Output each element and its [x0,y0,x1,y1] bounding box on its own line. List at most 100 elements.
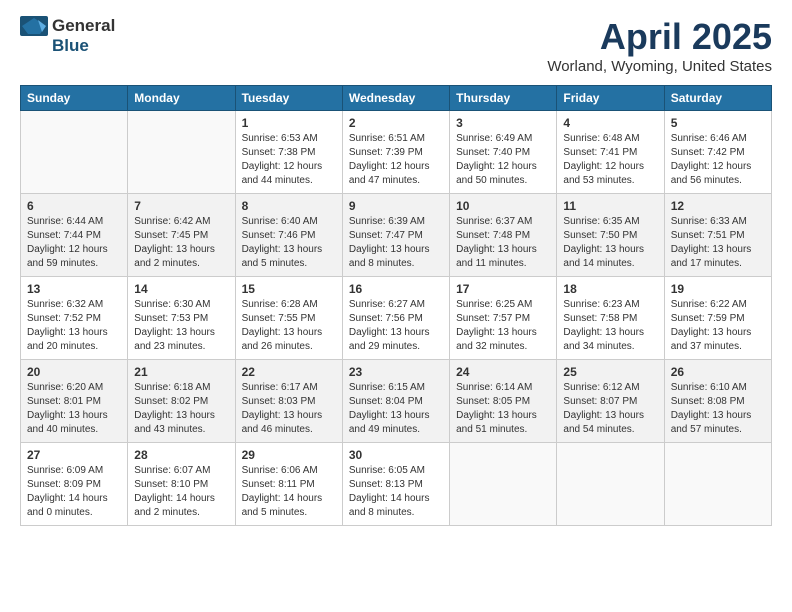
day-cell: 15Sunrise: 6:28 AM Sunset: 7:55 PM Dayli… [235,277,342,360]
day-detail: Sunrise: 6:06 AM Sunset: 8:11 PM Dayligh… [242,464,336,520]
day-detail: Sunrise: 6:17 AM Sunset: 8:03 PM Dayligh… [242,381,336,437]
day-number: 10 [456,199,550,213]
day-detail: Sunrise: 6:53 AM Sunset: 7:38 PM Dayligh… [242,132,336,188]
col-thursday: Thursday [450,86,557,111]
header-row: Sunday Monday Tuesday Wednesday Thursday… [21,86,772,111]
day-number: 12 [671,199,765,213]
day-cell: 30 Sunrise: 6:05 AM Sunset: 8:13 PM Dayli… [342,443,449,526]
day-number: 19 [671,282,765,296]
day-detail: Sunrise: 6:49 AM Sunset: 7:40 PM Dayligh… [456,132,550,188]
logo: General Blue [20,16,115,56]
day-number: 11 [563,199,657,213]
day-detail: Sunrise: 6:46 AM Sunset: 7:42 PM Dayligh… [671,132,765,188]
day-detail: Sunrise: 6:39 AM Sunset: 7:47 PM Dayligh… [349,215,443,271]
day-cell: 28 Sunrise: 6:07 AM Sunset: 8:10 PM Dayli… [128,443,235,526]
day-cell: 9 Sunrise: 6:39 AM Sunset: 7:47 PM Daylig… [342,194,449,277]
col-tuesday: Tuesday [235,86,342,111]
day-detail: Sunrise: 6:20 AM Sunset: 8:01 PM Dayligh… [27,381,121,437]
day-detail: Sunrise: 6:22 AM Sunset: 7:59 PM Dayligh… [671,298,765,354]
day-number: 2 [349,116,443,130]
day-cell [450,443,557,526]
day-number: 21 [134,365,228,379]
col-sunday: Sunday [21,86,128,111]
day-number: 26 [671,365,765,379]
week-row-5: 27 Sunrise: 6:09 AM Sunset: 8:09 PM Dayli… [21,443,772,526]
logo-icon [20,16,48,36]
day-detail: Sunrise: 6:09 AM Sunset: 8:09 PM Dayligh… [27,464,121,520]
day-cell: 13Sunrise: 6:32 AM Sunset: 7:52 PM Dayli… [21,277,128,360]
day-cell: 8 Sunrise: 6:40 AM Sunset: 7:46 PM Daylig… [235,194,342,277]
week-row-2: 6Sunrise: 6:44 AM Sunset: 7:44 PM Daylig… [21,194,772,277]
day-number: 25 [563,365,657,379]
day-cell: 7 Sunrise: 6:42 AM Sunset: 7:45 PM Daylig… [128,194,235,277]
day-cell: 19 Sunrise: 6:22 AM Sunset: 7:59 PM Dayli… [664,277,771,360]
day-detail: Sunrise: 6:23 AM Sunset: 7:58 PM Dayligh… [563,298,657,354]
day-cell: 18 Sunrise: 6:23 AM Sunset: 7:58 PM Dayli… [557,277,664,360]
day-number: 27 [27,448,121,462]
day-detail: Sunrise: 6:28 AM Sunset: 7:55 PM Dayligh… [242,298,336,354]
day-cell: 16 Sunrise: 6:27 AM Sunset: 7:56 PM Dayli… [342,277,449,360]
day-number: 28 [134,448,228,462]
day-detail: Sunrise: 6:10 AM Sunset: 8:08 PM Dayligh… [671,381,765,437]
day-cell [664,443,771,526]
day-number: 23 [349,365,443,379]
day-number: 18 [563,282,657,296]
day-cell [557,443,664,526]
col-saturday: Saturday [664,86,771,111]
day-number: 1 [242,116,336,130]
day-number: 8 [242,199,336,213]
month-title: April 2025 [547,16,772,58]
day-number: 24 [456,365,550,379]
day-detail: Sunrise: 6:18 AM Sunset: 8:02 PM Dayligh… [134,381,228,437]
day-cell: 21 Sunrise: 6:18 AM Sunset: 8:02 PM Dayli… [128,360,235,443]
day-cell: 25Sunrise: 6:12 AM Sunset: 8:07 PM Dayli… [557,360,664,443]
day-cell: 5Sunrise: 6:46 AM Sunset: 7:42 PM Daylig… [664,111,771,194]
day-detail: Sunrise: 6:05 AM Sunset: 8:13 PM Dayligh… [349,464,443,520]
calendar-table: Sunday Monday Tuesday Wednesday Thursday… [20,85,772,526]
day-detail: Sunrise: 6:27 AM Sunset: 7:56 PM Dayligh… [349,298,443,354]
week-row-4: 20 Sunrise: 6:20 AM Sunset: 8:01 PM Dayli… [21,360,772,443]
day-number: 3 [456,116,550,130]
day-number: 16 [349,282,443,296]
day-cell: 4Sunrise: 6:48 AM Sunset: 7:41 PM Daylig… [557,111,664,194]
day-number: 13 [27,282,121,296]
header: General Blue April 2025 Worland, Wyoming… [20,16,772,75]
day-detail: Sunrise: 6:15 AM Sunset: 8:04 PM Dayligh… [349,381,443,437]
day-detail: Sunrise: 6:07 AM Sunset: 8:10 PM Dayligh… [134,464,228,520]
day-cell: 11 Sunrise: 6:35 AM Sunset: 7:50 PM Dayli… [557,194,664,277]
logo-blue: Blue [52,36,89,56]
day-number: 4 [563,116,657,130]
day-cell: 10 Sunrise: 6:37 AM Sunset: 7:48 PM Dayli… [450,194,557,277]
day-cell: 29 Sunrise: 6:06 AM Sunset: 8:11 PM Dayli… [235,443,342,526]
day-cell: 6Sunrise: 6:44 AM Sunset: 7:44 PM Daylig… [21,194,128,277]
day-number: 30 [349,448,443,462]
col-wednesday: Wednesday [342,86,449,111]
day-cell: 17Sunrise: 6:25 AM Sunset: 7:57 PM Dayli… [450,277,557,360]
day-detail: Sunrise: 6:30 AM Sunset: 7:53 PM Dayligh… [134,298,228,354]
day-detail: Sunrise: 6:42 AM Sunset: 7:45 PM Dayligh… [134,215,228,271]
day-cell [128,111,235,194]
day-cell: 3 Sunrise: 6:49 AM Sunset: 7:40 PM Daylig… [450,111,557,194]
day-detail: Sunrise: 6:14 AM Sunset: 8:05 PM Dayligh… [456,381,550,437]
day-cell: 22Sunrise: 6:17 AM Sunset: 8:03 PM Dayli… [235,360,342,443]
day-number: 9 [349,199,443,213]
col-friday: Friday [557,86,664,111]
week-row-3: 13Sunrise: 6:32 AM Sunset: 7:52 PM Dayli… [21,277,772,360]
day-cell: 24 Sunrise: 6:14 AM Sunset: 8:05 PM Dayli… [450,360,557,443]
day-detail: Sunrise: 6:35 AM Sunset: 7:50 PM Dayligh… [563,215,657,271]
day-cell: 2 Sunrise: 6:51 AM Sunset: 7:39 PM Daylig… [342,111,449,194]
day-cell: 12Sunrise: 6:33 AM Sunset: 7:51 PM Dayli… [664,194,771,277]
logo-general: General [52,16,115,36]
day-detail: Sunrise: 6:51 AM Sunset: 7:39 PM Dayligh… [349,132,443,188]
day-cell: 23 Sunrise: 6:15 AM Sunset: 8:04 PM Dayli… [342,360,449,443]
day-cell: 27 Sunrise: 6:09 AM Sunset: 8:09 PM Dayli… [21,443,128,526]
day-number: 7 [134,199,228,213]
week-row-1: 1 Sunrise: 6:53 AM Sunset: 7:38 PM Daylig… [21,111,772,194]
day-detail: Sunrise: 6:37 AM Sunset: 7:48 PM Dayligh… [456,215,550,271]
title-block: April 2025 Worland, Wyoming, United Stat… [547,16,772,75]
day-number: 29 [242,448,336,462]
day-detail: Sunrise: 6:40 AM Sunset: 7:46 PM Dayligh… [242,215,336,271]
col-monday: Monday [128,86,235,111]
calendar-page: General Blue April 2025 Worland, Wyoming… [0,0,792,612]
day-number: 20 [27,365,121,379]
